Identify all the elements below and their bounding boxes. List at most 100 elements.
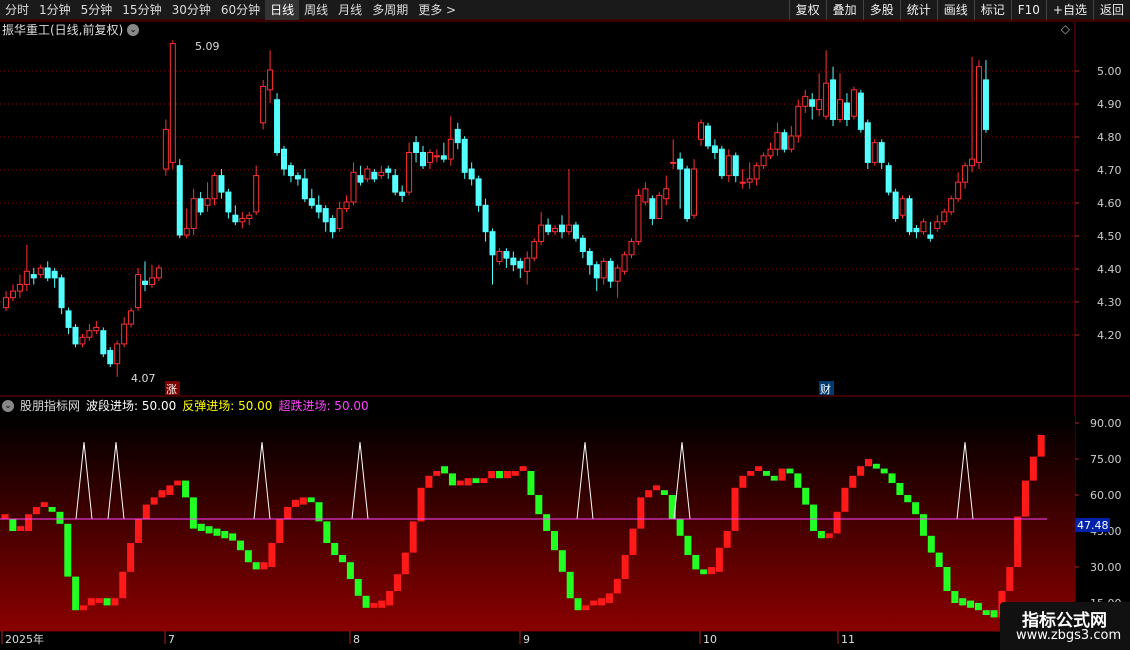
down-candle bbox=[830, 79, 837, 120]
price-tick-label: 4.40 bbox=[1097, 263, 1122, 276]
up-candle bbox=[524, 257, 531, 272]
down-candle bbox=[51, 270, 58, 279]
up-candle bbox=[114, 343, 121, 365]
oscillator-down-bar bbox=[551, 531, 558, 551]
oscillator-up-bar bbox=[394, 574, 401, 591]
down-candle bbox=[684, 168, 691, 219]
down-candle bbox=[58, 277, 65, 309]
down-candle bbox=[420, 152, 426, 167]
oscillator-up-bar bbox=[166, 485, 174, 495]
indicator-tick-label: 60.00 bbox=[1090, 489, 1122, 502]
up-candle bbox=[691, 168, 698, 216]
up-candle bbox=[211, 175, 218, 200]
down-candle bbox=[593, 264, 600, 279]
up-candle bbox=[746, 178, 753, 183]
up-candle bbox=[948, 198, 955, 213]
up-candle bbox=[767, 148, 774, 157]
down-candle bbox=[482, 204, 489, 233]
up-candle bbox=[670, 161, 677, 164]
down-candle bbox=[677, 158, 684, 170]
chevron-down-icon[interactable]: ⌄ bbox=[2, 400, 14, 412]
up-candle bbox=[37, 267, 44, 276]
up-candle bbox=[204, 198, 211, 206]
oscillator-up-bar bbox=[291, 499, 299, 507]
up-candle bbox=[496, 251, 503, 262]
oscillator-up-bar bbox=[1014, 516, 1022, 567]
oscillator-up-bar bbox=[158, 490, 166, 498]
down-candle bbox=[510, 257, 517, 266]
up-candle bbox=[531, 241, 538, 259]
oscillator-up-bar bbox=[425, 475, 433, 488]
watermark: 指标公式网 www.zbgs3.com bbox=[1000, 602, 1130, 650]
down-candle bbox=[906, 198, 913, 233]
up-candle bbox=[663, 188, 670, 200]
up-candle bbox=[565, 224, 572, 233]
main-chart-controls: ◇ bbox=[1061, 22, 1070, 36]
oscillator-up-bar bbox=[731, 487, 739, 531]
oscillator-down-bar bbox=[56, 511, 64, 524]
oscillator-up-bar bbox=[127, 543, 135, 572]
price-tick-label: 5.00 bbox=[1097, 65, 1122, 78]
x-axis-label: 8 bbox=[353, 633, 360, 646]
down-candle bbox=[468, 168, 475, 180]
up-candle bbox=[739, 181, 746, 184]
up-candle bbox=[378, 171, 385, 177]
oscillator-up-bar bbox=[629, 528, 637, 555]
oscillator-up-bar bbox=[519, 466, 527, 471]
oscillator-up-bar bbox=[645, 490, 653, 498]
oscillator-down-bar bbox=[244, 550, 252, 563]
up-candle bbox=[183, 227, 190, 236]
oscillator-up-bar bbox=[40, 502, 48, 507]
oscillator-down-bar bbox=[904, 495, 912, 503]
down-candle bbox=[704, 125, 711, 147]
indicator-title: 股朋指标网 bbox=[20, 399, 81, 413]
down-candle bbox=[30, 274, 37, 279]
oscillator-down-bar bbox=[802, 487, 810, 505]
oscillator-down-bar bbox=[197, 523, 205, 531]
oscillator-up-bar bbox=[142, 504, 150, 519]
oscillator-up-bar bbox=[1, 514, 9, 519]
up-candle bbox=[343, 201, 350, 210]
oscillator-down-bar bbox=[221, 531, 229, 539]
low-price-label: 4.07 bbox=[131, 372, 156, 385]
chevron-down-icon[interactable]: ⌄ bbox=[127, 24, 140, 36]
oscillator-up-bar bbox=[715, 547, 723, 572]
down-candle bbox=[885, 165, 892, 193]
up-candle bbox=[656, 194, 663, 219]
oscillator-down-bar bbox=[810, 504, 818, 531]
up-candle bbox=[121, 323, 128, 345]
indicator-background bbox=[0, 416, 1075, 631]
up-candle bbox=[969, 158, 976, 167]
oscillator-up-bar bbox=[747, 471, 755, 476]
oscillator-down-bar bbox=[213, 528, 221, 536]
up-candle bbox=[976, 66, 982, 163]
down-candle bbox=[294, 175, 301, 180]
up-candle bbox=[253, 175, 260, 213]
down-candle bbox=[385, 168, 392, 173]
up-candle bbox=[336, 208, 343, 229]
oscillator-down-bar bbox=[189, 497, 197, 529]
up-candle bbox=[433, 155, 440, 158]
x-axis-label: 11 bbox=[841, 633, 855, 646]
up-candle bbox=[788, 135, 795, 150]
oscillator-down-bar bbox=[237, 540, 244, 551]
oscillator-up-bar bbox=[598, 598, 606, 606]
oscillator-down-bar bbox=[684, 535, 692, 555]
diamond-icon[interactable]: ◇ bbox=[1061, 22, 1070, 36]
oscillator-up-bar bbox=[1006, 567, 1014, 591]
up-candle bbox=[86, 330, 93, 338]
oscillator-down-bar bbox=[919, 514, 927, 536]
cai-marker: 财 bbox=[820, 382, 831, 396]
oscillator-up-bar bbox=[857, 466, 865, 476]
oscillator-down-bar bbox=[951, 591, 959, 603]
oscillator-down-bar bbox=[558, 550, 566, 572]
oscillator-up-bar bbox=[739, 475, 747, 488]
oscillator-up-bar bbox=[134, 519, 142, 543]
oscillator-up-bar bbox=[613, 579, 621, 594]
oscillator-down-bar bbox=[967, 600, 975, 608]
up-candle bbox=[816, 99, 823, 111]
price-tick-label: 4.20 bbox=[1097, 329, 1122, 342]
up-candle bbox=[642, 188, 649, 203]
oscillator-down-bar bbox=[252, 562, 260, 570]
oscillator-up-bar bbox=[480, 478, 488, 483]
